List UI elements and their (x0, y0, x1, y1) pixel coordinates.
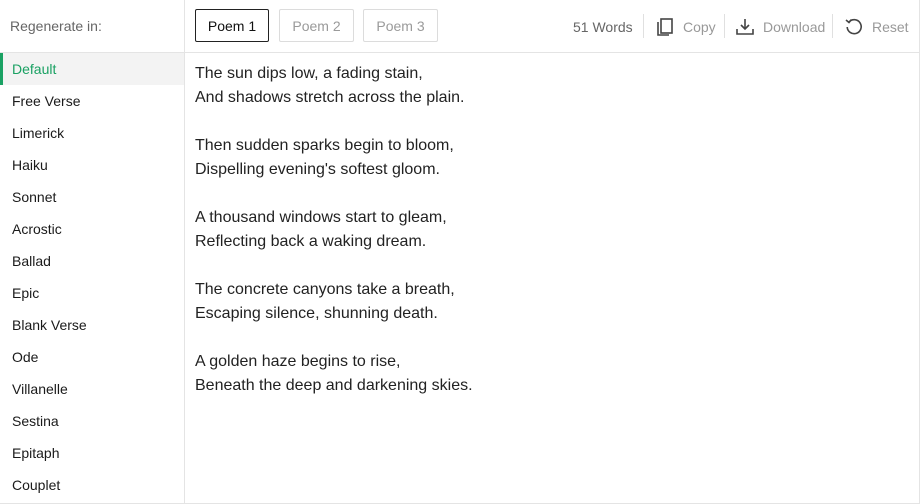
toolbar-divider (643, 14, 644, 38)
style-item-couplet[interactable]: Couplet (0, 469, 184, 501)
poem-line: Escaping silence, shunning death. (195, 305, 438, 322)
copy-icon (657, 17, 673, 36)
poem-line: A golden haze begins to rise, (195, 353, 401, 370)
poem-line: Reflecting back a waking dream. (195, 233, 427, 250)
style-item-default[interactable]: Default (0, 53, 184, 85)
poem-content: The sun dips low, a fading stain, And sh… (195, 62, 895, 422)
style-item-epitaph[interactable]: Epitaph (0, 437, 184, 469)
stanza: A thousand windows start to gleam, Refle… (195, 206, 895, 254)
reset-icon (845, 18, 862, 34)
poem-generator-app: Regenerate in: Default Free Verse Limeri… (0, 0, 920, 504)
reset-label: Reset (872, 18, 909, 35)
copy-label: Copy (683, 18, 716, 35)
poem-line: The concrete canyons take a breath, (195, 281, 455, 298)
style-item-sonnet[interactable]: Sonnet (0, 181, 184, 213)
style-list: Default Free Verse Limerick Haiku Sonnet… (0, 53, 184, 501)
toolbar: Poem 1 Poem 2 Poem 3 51 Words Copy Downl… (185, 0, 920, 53)
style-item-blank-verse[interactable]: Blank Verse (0, 309, 184, 341)
style-item-free-verse[interactable]: Free Verse (0, 85, 184, 117)
download-button[interactable]: Download (735, 0, 825, 53)
poem-line: A thousand windows start to gleam, (195, 209, 447, 226)
stanza: The concrete canyons take a breath, Esca… (195, 278, 895, 326)
style-sidebar: Regenerate in: Default Free Verse Limeri… (0, 0, 185, 504)
poem-line: And shadows stretch across the plain. (195, 89, 465, 106)
style-item-ode[interactable]: Ode (0, 341, 184, 373)
stanza: A golden haze begins to rise, Beneath th… (195, 350, 895, 398)
poem-line: The sun dips low, a fading stain, (195, 65, 423, 82)
toolbar-divider (724, 14, 725, 38)
toolbar-divider (832, 14, 833, 38)
poem-line: Dispelling evening's softest gloom. (195, 161, 440, 178)
style-item-ballad[interactable]: Ballad (0, 245, 184, 277)
tab-poem-3[interactable]: Poem 3 (363, 9, 438, 42)
sidebar-header: Regenerate in: (0, 0, 184, 53)
style-item-villanelle[interactable]: Villanelle (0, 373, 184, 405)
poem-line: Beneath the deep and darkening skies. (195, 377, 473, 394)
style-item-epic[interactable]: Epic (0, 277, 184, 309)
stanza: Then sudden sparks begin to bloom, Dispe… (195, 134, 895, 182)
word-count: 51 Words (573, 18, 633, 35)
style-item-haiku[interactable]: Haiku (0, 149, 184, 181)
tab-poem-1[interactable]: Poem 1 (195, 9, 269, 42)
reset-button[interactable]: Reset (844, 0, 909, 53)
copy-button[interactable]: Copy (655, 0, 716, 53)
style-item-acrostic[interactable]: Acrostic (0, 213, 184, 245)
tab-poem-2[interactable]: Poem 2 (279, 9, 354, 42)
style-item-limerick[interactable]: Limerick (0, 117, 184, 149)
style-item-sestina[interactable]: Sestina (0, 405, 184, 437)
download-icon (736, 18, 754, 35)
stanza: The sun dips low, a fading stain, And sh… (195, 62, 895, 110)
download-label: Download (763, 18, 826, 35)
poem-line: Then sudden sparks begin to bloom, (195, 137, 454, 154)
